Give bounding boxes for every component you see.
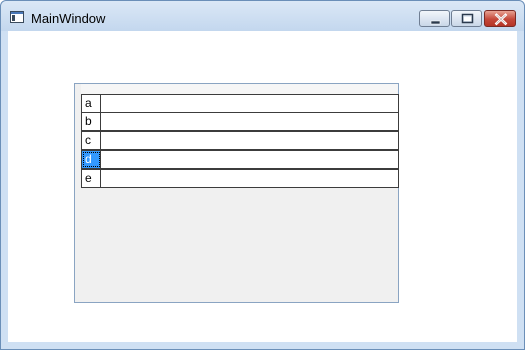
item-label[interactable]: e [82,170,101,187]
list-item[interactable]: c [81,131,399,150]
list-item[interactable]: a [81,94,399,113]
app-window-icon [10,11,24,23]
item-value-cell[interactable] [102,170,398,187]
main-window: MainWindow a b c d e [0,0,525,350]
list-item[interactable]: b [81,112,399,131]
item-label[interactable]: b [82,113,101,130]
window-title: MainWindow [31,11,106,26]
close-icon [494,13,508,26]
maximize-button[interactable] [451,10,482,27]
close-button[interactable] [484,10,516,27]
item-value-cell[interactable] [102,151,398,168]
item-label-selected[interactable]: d [82,151,101,168]
item-label[interactable]: c [82,132,101,149]
list-item-selected[interactable]: d [81,150,399,169]
item-value-cell[interactable] [102,95,398,112]
client-area: a b c d e [8,31,517,342]
minimize-icon [430,20,441,25]
minimize-button[interactable] [419,10,450,27]
item-value-cell[interactable] [102,132,398,149]
items-list[interactable]: a b c d e [74,83,399,303]
list-item[interactable]: e [81,169,399,188]
item-value-cell[interactable] [102,113,398,130]
title-bar[interactable]: MainWindow [1,1,524,31]
item-label[interactable]: a [82,95,101,112]
maximize-icon [461,13,474,24]
